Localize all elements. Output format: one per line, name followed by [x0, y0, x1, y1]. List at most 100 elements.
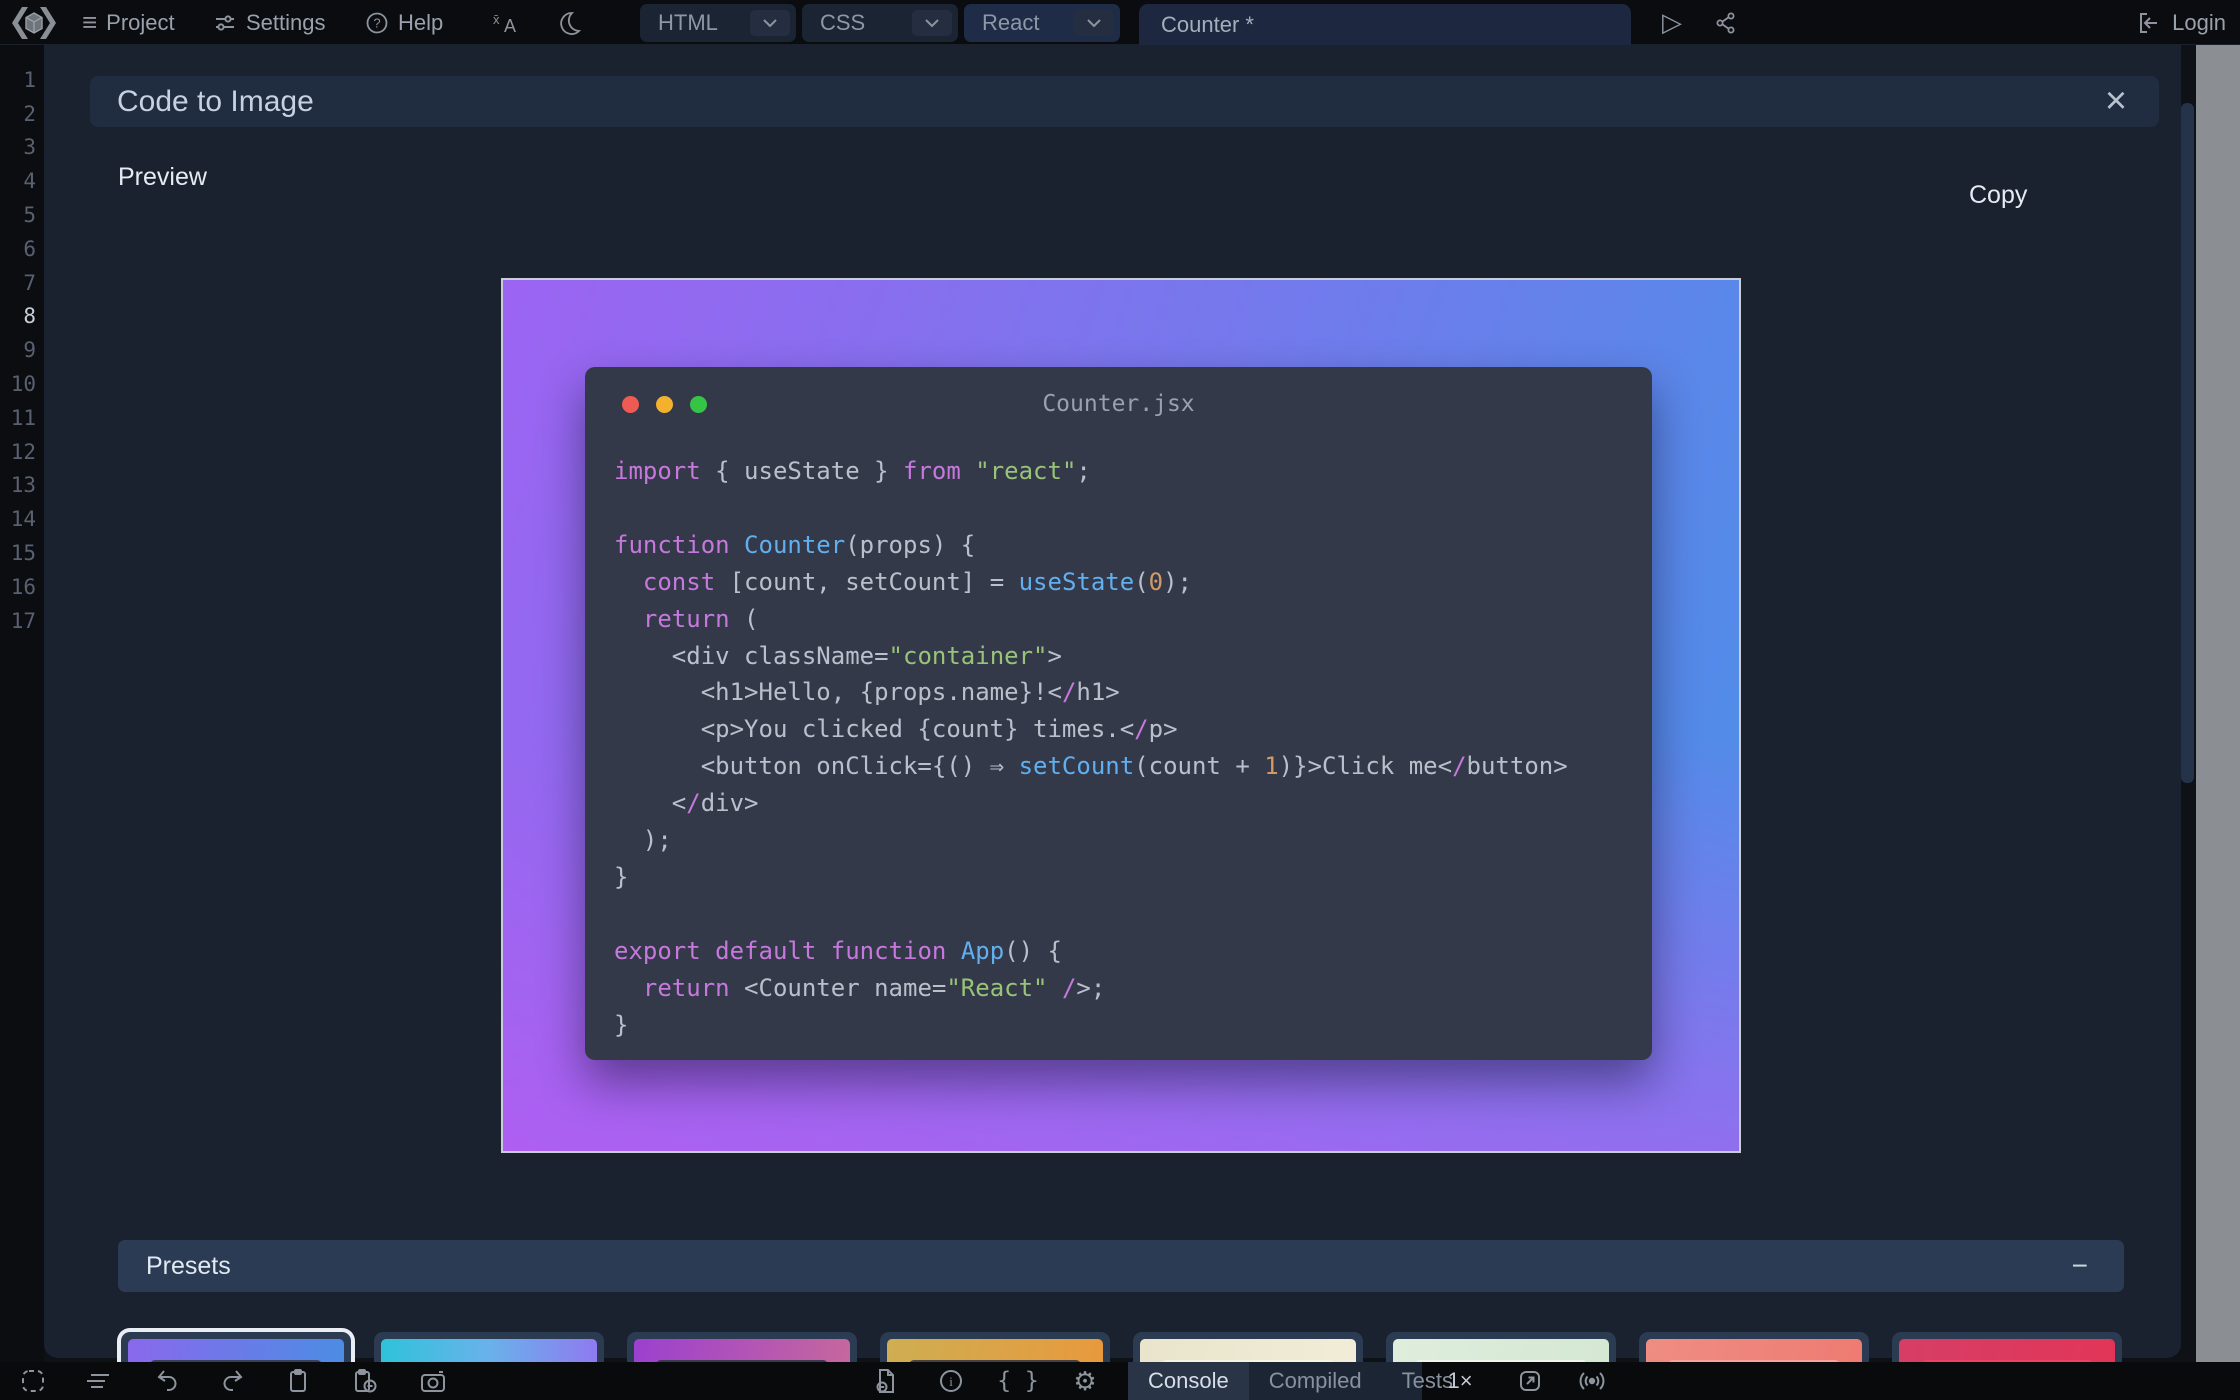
- clipboard-copy-icon[interactable]: [345, 1362, 385, 1400]
- code-line: </div>: [614, 789, 759, 818]
- page-scrollbar[interactable]: [2196, 45, 2240, 1362]
- run-button[interactable]: ▷: [1662, 0, 1682, 45]
- zoom-level-label: 1×: [1447, 1368, 1473, 1393]
- code-line: <div className="container">: [614, 641, 1062, 670]
- moon-icon: [556, 10, 582, 36]
- close-icon[interactable]: ×: [2093, 76, 2139, 127]
- css-select-value: CSS: [820, 10, 866, 35]
- translate-icon: x̄ A: [492, 10, 522, 36]
- menu-settings-label: Settings: [246, 9, 326, 35]
- collapse-icon[interactable]: −: [2072, 1250, 2088, 1282]
- css-panel-select[interactable]: CSS: [802, 4, 958, 42]
- chevron-down-icon: [750, 10, 790, 36]
- app-root: 1 2 3 4 5 6 7 8 9 10 11 12 13 14 15 16 17 Code to Image …: [0, 0, 2240, 1400]
- code-line: <p>You clicked {count} times.</p>: [614, 715, 1178, 744]
- code-line: <button onClick={() ⇒ setCount(count + 1…: [614, 752, 1568, 781]
- gear-icon[interactable]: ⚙: [1065, 1362, 1105, 1400]
- line-number: 11: [10, 405, 36, 430]
- code-to-image-modal: Code to Image × Preview Copy Counter.jsx…: [44, 45, 2181, 1396]
- play-icon: ▷: [1662, 7, 1682, 37]
- status-bar: i { } ⚙ Console Compiled Tests 1×: [0, 1362, 2240, 1400]
- line-number: 9: [23, 338, 36, 363]
- redo-icon[interactable]: [213, 1362, 253, 1400]
- zoom-level[interactable]: 1×: [1436, 1362, 1484, 1400]
- console-panel: Console Compiled Tests: [1128, 1362, 1453, 1400]
- line-number: 6: [23, 236, 36, 261]
- file-tab-label: Counter *: [1161, 11, 1254, 37]
- app-logo[interactable]: [8, 0, 60, 45]
- theme-toggle[interactable]: [556, 0, 582, 45]
- help-icon: ?: [365, 11, 389, 35]
- line-number: 12: [10, 439, 36, 464]
- code-line: function Counter(props) {: [614, 530, 976, 559]
- login-label: Login: [2172, 9, 2226, 35]
- line-number: 10: [10, 372, 36, 397]
- login-button[interactable]: Login: [2137, 0, 2226, 45]
- code-image-preview: Counter.jsx import { useState } from "re…: [501, 278, 1741, 1153]
- share-button[interactable]: [1714, 0, 1738, 45]
- preview-label: Preview: [118, 163, 207, 191]
- line-number-gutter: 1 2 3 4 5 6 7 8 9 10 11 12 13 14 15 16 17: [0, 45, 44, 1362]
- clipboard-icon[interactable]: [278, 1362, 318, 1400]
- modal-title: Code to Image: [117, 84, 314, 118]
- line-number: 17: [10, 608, 36, 633]
- presets-label: Presets: [146, 1251, 231, 1280]
- html-panel-select[interactable]: HTML: [640, 4, 796, 42]
- logo-icon: [12, 6, 56, 39]
- code-line: return <Counter name="React" />;: [642, 973, 1106, 1002]
- undo-icon[interactable]: [147, 1362, 187, 1400]
- broadcast-icon[interactable]: [1572, 1362, 1612, 1400]
- line-number: 16: [10, 574, 36, 599]
- code-line: const [count, setCount] = useState(0);: [642, 567, 1192, 596]
- code-line: );: [614, 826, 672, 855]
- code-block: import { useState } from "react"; functi…: [614, 453, 1568, 1044]
- statusbar-tab-console[interactable]: Console: [1128, 1362, 1249, 1400]
- menu-help-label: Help: [398, 9, 444, 35]
- chevron-down-icon: [1074, 10, 1114, 36]
- screenshot-icon[interactable]: [413, 1362, 453, 1400]
- script-panel-select[interactable]: React: [964, 4, 1120, 42]
- chevron-down-icon: [912, 10, 952, 36]
- code-line: return (: [642, 604, 759, 633]
- sliders-icon: [213, 11, 237, 35]
- format-lines-icon[interactable]: [78, 1362, 118, 1400]
- line-number: 13: [10, 473, 36, 498]
- hamburger-icon: ≡: [82, 7, 98, 37]
- external-link-icon[interactable]: [1510, 1362, 1550, 1400]
- modal-scrollbar-thumb[interactable]: [2181, 103, 2194, 783]
- info-icon[interactable]: i: [931, 1362, 971, 1400]
- svg-text:x̄: x̄: [493, 12, 500, 27]
- line-number: 2: [23, 101, 36, 126]
- translate-button[interactable]: x̄ A: [492, 0, 522, 45]
- menu-help[interactable]: ? Help: [365, 0, 443, 45]
- code-window: Counter.jsx import { useState } from "re…: [585, 367, 1652, 1060]
- braces-icon[interactable]: { }: [997, 1362, 1039, 1400]
- code-line: import { useState } from "react";: [614, 457, 1091, 485]
- export-file-icon[interactable]: [866, 1362, 906, 1400]
- share-icon: [1714, 10, 1738, 36]
- code-line: }: [614, 862, 629, 891]
- code-window-title: Counter.jsx: [1042, 391, 1195, 417]
- file-tab-counter[interactable]: Counter *: [1139, 4, 1631, 45]
- code-line: }: [614, 1010, 629, 1039]
- menu-project[interactable]: ≡ Project: [82, 0, 175, 45]
- line-number: 7: [23, 270, 36, 295]
- login-icon: [2137, 11, 2163, 35]
- script-select-value: React: [982, 10, 1040, 35]
- modal-header: Code to Image ×: [90, 76, 2159, 127]
- svg-text:?: ?: [373, 15, 380, 30]
- selection-icon[interactable]: [13, 1362, 53, 1400]
- code-line: <h1>Hello, {props.name}!</h1>: [614, 678, 1120, 707]
- top-bar: ≡ Project Settings ? Help x̄ A HTML CSS …: [0, 0, 2240, 45]
- menu-project-label: Project: [106, 9, 175, 35]
- statusbar-tab-compiled[interactable]: Compiled: [1249, 1362, 1382, 1400]
- line-number: 8: [23, 304, 36, 329]
- copy-button[interactable]: Copy: [1969, 181, 2027, 210]
- menu-settings[interactable]: Settings: [213, 0, 326, 45]
- presets-header[interactable]: Presets −: [118, 1240, 2124, 1292]
- svg-text:A: A: [504, 16, 516, 36]
- line-number: 1: [23, 67, 36, 92]
- line-number: 5: [23, 203, 36, 228]
